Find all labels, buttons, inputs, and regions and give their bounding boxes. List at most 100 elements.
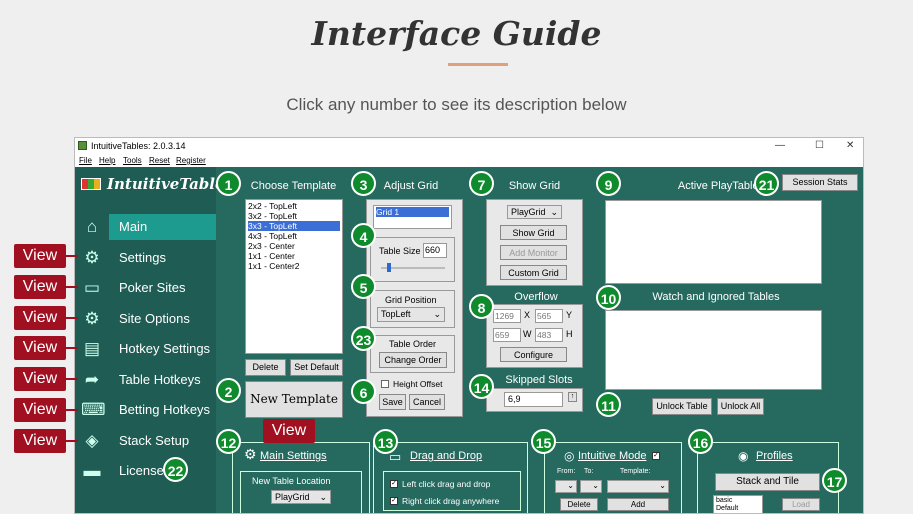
add-monitor-button[interactable]: Add Monitor	[500, 245, 567, 260]
view-connector	[66, 286, 78, 288]
to-select[interactable]: ⌄	[580, 480, 602, 493]
skipped-slots-spin[interactable]: ↑	[568, 392, 577, 402]
skipped-slots-input[interactable]: 6,9	[504, 392, 563, 407]
show-grid-button[interactable]: Show Grid	[500, 225, 567, 240]
badge-9[interactable]: 9	[596, 171, 621, 196]
watch-tables-list[interactable]	[605, 310, 822, 390]
overflow-x-input[interactable]: 1269	[493, 309, 521, 323]
template-list[interactable]: 2x2 - TopLeft 3x2 - TopLeft 3x3 - TopLef…	[245, 199, 343, 354]
list-item[interactable]: 2x3 - Center	[248, 241, 340, 251]
maximize-button[interactable]: ☐	[815, 140, 824, 151]
table-location-select[interactable]: PlayGrid ⌄	[271, 490, 331, 504]
sidebar-item-settings[interactable]: ⚙ Settings	[75, 245, 216, 271]
badge-14[interactable]: 14	[469, 374, 494, 399]
badge-23[interactable]: 23	[351, 326, 376, 351]
badge-15[interactable]: 15	[531, 429, 556, 454]
unlock-all-button[interactable]: Unlock All	[717, 398, 764, 415]
view-table-hotkeys-button[interactable]: View	[14, 367, 66, 391]
list-item-selected[interactable]: Grid 1	[376, 207, 449, 217]
badge-4[interactable]: 4	[351, 223, 376, 248]
view-new-template-button[interactable]: View	[263, 419, 315, 443]
list-item[interactable]: 2x2 - TopLeft	[248, 201, 340, 211]
grid-list[interactable]: Grid 1	[373, 205, 452, 229]
cancel-button[interactable]: Cancel	[409, 394, 445, 410]
list-item[interactable]: 1x1 - Center	[248, 251, 340, 261]
overflow-h-input[interactable]: 483	[535, 328, 563, 342]
profiles-list[interactable]: basic Default	[713, 495, 763, 513]
menu-file[interactable]: File	[79, 156, 92, 165]
unlock-table-button[interactable]: Unlock Table	[652, 398, 712, 415]
overflow-w-input[interactable]: 659	[493, 328, 521, 342]
table-size-input[interactable]: 660	[423, 243, 447, 258]
badge-21[interactable]: 21	[754, 171, 779, 196]
view-betting-hotkeys-button[interactable]: View	[14, 398, 66, 422]
list-item-selected[interactable]: 3x3 - TopLeft	[248, 221, 340, 231]
badge-6[interactable]: 6	[351, 379, 376, 404]
sidebar-item-main[interactable]: ⌂ Main	[75, 214, 216, 240]
save-button[interactable]: Save	[379, 394, 406, 410]
custom-grid-button[interactable]: Custom Grid	[500, 265, 567, 280]
badge-11[interactable]: 11	[596, 392, 621, 417]
sidebar-item-license[interactable]: ▬ License	[75, 458, 216, 484]
minimize-button[interactable]: —	[775, 140, 785, 151]
intuitive-mode-label[interactable]: Intuitive Mode	[578, 450, 646, 462]
intuitive-delete-button[interactable]: Delete	[560, 498, 598, 511]
badge-17[interactable]: 17	[822, 468, 847, 493]
menu-register[interactable]: Register	[176, 156, 206, 165]
left-drag-checkbox[interactable]: ✓	[390, 480, 398, 488]
main-settings-label[interactable]: Main Settings	[260, 450, 327, 462]
sidebar-item-betting-hotkeys[interactable]: ⌨ Betting Hotkeys	[75, 397, 216, 423]
stack-and-tile-button[interactable]: Stack and Tile	[715, 473, 820, 491]
overflow-y-input[interactable]: 565	[535, 309, 563, 323]
view-hotkey-settings-button[interactable]: View	[14, 336, 66, 360]
list-item[interactable]: 3x2 - TopLeft	[248, 211, 340, 221]
list-item[interactable]: basic	[716, 497, 760, 505]
slider-thumb[interactable]	[387, 263, 391, 272]
sidebar-item-site-options[interactable]: ⚙ Site Options	[75, 306, 216, 332]
badge-16[interactable]: 16	[688, 429, 713, 454]
template-select[interactable]: ⌄	[607, 480, 669, 493]
list-item[interactable]: 1x1 - Center2	[248, 261, 340, 271]
view-poker-sites-button[interactable]: View	[14, 275, 66, 299]
new-template-button[interactable]: New Template	[245, 381, 343, 418]
sidebar-item-stack-setup[interactable]: ◈ Stack Setup	[75, 428, 216, 454]
session-stats-button[interactable]: Session Stats	[782, 174, 858, 191]
close-button[interactable]: ✕	[846, 140, 854, 151]
badge-5[interactable]: 5	[351, 274, 376, 299]
list-item[interactable]: Default	[716, 505, 760, 513]
active-tables-list[interactable]	[605, 200, 822, 284]
badge-10[interactable]: 10	[596, 285, 621, 310]
sidebar-item-hotkey-settings[interactable]: ▤ Hotkey Settings	[75, 336, 216, 362]
intuitive-mode-checkbox[interactable]: ✓	[652, 452, 660, 460]
view-settings-button[interactable]: View	[14, 244, 66, 268]
badge-22[interactable]: 22	[163, 457, 188, 482]
configure-button[interactable]: Configure	[500, 347, 567, 362]
change-order-button[interactable]: Change Order	[379, 352, 447, 368]
badge-7[interactable]: 7	[469, 171, 494, 196]
sidebar-item-table-hotkeys[interactable]: ➦ Table Hotkeys	[75, 367, 216, 393]
view-stack-setup-button[interactable]: View	[14, 429, 66, 453]
load-profile-button[interactable]: Load	[782, 498, 820, 511]
badge-3[interactable]: 3	[351, 171, 376, 196]
badge-12[interactable]: 12	[216, 429, 241, 454]
menu-tools[interactable]: Tools	[123, 156, 142, 165]
menu-reset[interactable]: Reset	[149, 156, 170, 165]
intuitive-add-button[interactable]: Add	[607, 498, 669, 511]
profiles-label[interactable]: Profiles	[756, 450, 793, 462]
delete-template-button[interactable]: Delete	[245, 359, 286, 376]
badge-2[interactable]: 2	[216, 378, 241, 403]
show-grid-select[interactable]: PlayGrid ⌄	[507, 205, 562, 219]
set-default-button[interactable]: Set Default	[290, 359, 343, 376]
right-drag-checkbox[interactable]: ✓	[390, 497, 398, 505]
badge-8[interactable]: 8	[469, 294, 494, 319]
from-select[interactable]: ⌄	[555, 480, 577, 493]
drag-drop-label[interactable]: Drag and Drop	[410, 450, 482, 462]
badge-1[interactable]: 1	[216, 171, 241, 196]
badge-13[interactable]: 13	[373, 429, 398, 454]
list-item[interactable]: 4x3 - TopLeft	[248, 231, 340, 241]
menu-help[interactable]: Help	[99, 156, 115, 165]
height-offset-checkbox[interactable]	[381, 380, 389, 388]
sidebar-item-poker-sites[interactable]: ▭ Poker Sites	[75, 275, 216, 301]
grid-position-select[interactable]: TopLeft ⌄	[377, 307, 445, 322]
view-site-options-button[interactable]: View	[14, 306, 66, 330]
